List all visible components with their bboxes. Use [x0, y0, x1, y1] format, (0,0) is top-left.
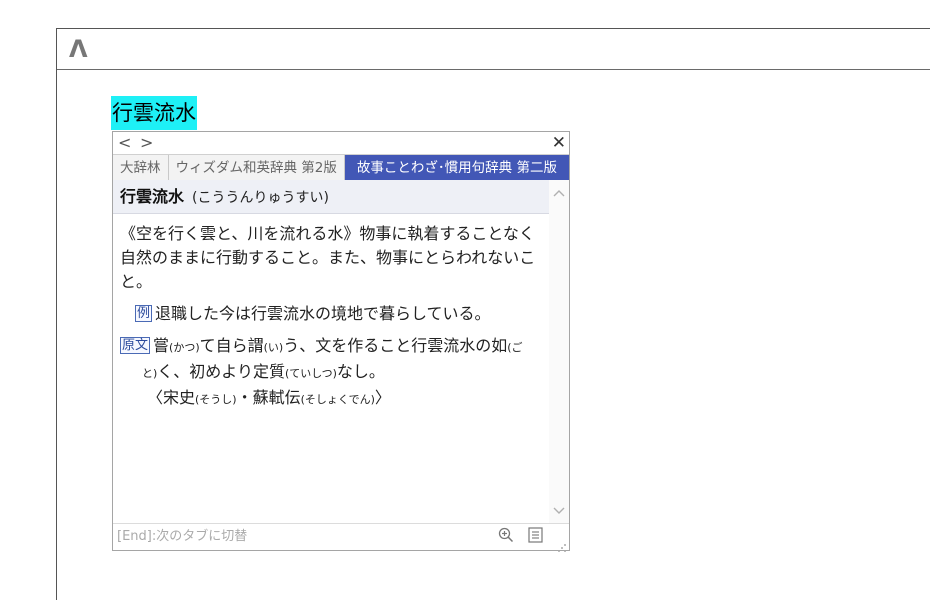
tab-wisdom-japanese-english[interactable]: ウィズダム和英辞典 第2版 — [168, 155, 345, 181]
dictionary-tabs: 大辞林 ウィズダム和英辞典 第2版 故事ことわざ･慣用句辞典 第二版 — [113, 154, 569, 181]
close-icon[interactable]: ✕ — [552, 132, 566, 154]
forward-arrow-icon[interactable]: > — [140, 132, 153, 154]
scroll-up-icon[interactable] — [549, 184, 569, 202]
entry-content: 行雲流水 (こううんりゅうすい) 《空を行く雲と、川を流れる水》物事に執着すること… — [113, 180, 549, 524]
ruby-text: (そしょくでん) — [300, 393, 375, 406]
source-badge: 原文 — [120, 337, 151, 354]
example-text: 退職した今は行雲流水の境地で暮らしている。 — [155, 304, 491, 323]
example-badge: 例 — [135, 305, 153, 322]
source-fragment: 嘗 — [153, 336, 170, 355]
source-fragment: 〉 — [374, 388, 391, 407]
headword-bar: 行雲流水 (こううんりゅうすい) — [113, 180, 549, 214]
dictionary-popup: < > ✕ 大辞林 ウィズダム和英辞典 第2版 故事ことわざ･慣用句辞典 第二版… — [112, 131, 570, 552]
source-line-2: と)く、初めより定質(ていしつ)なし。 — [120, 360, 549, 386]
resize-grip-icon[interactable] — [557, 538, 567, 552]
headword: 行雲流水 — [120, 187, 185, 206]
source-fragment: なし。 — [336, 362, 385, 381]
tab-daijirin[interactable]: 大辞林 — [113, 155, 169, 181]
ruby-text: (かつ) — [169, 341, 200, 354]
popup-nav-bar: < > ✕ — [113, 132, 569, 154]
ruby-text: (そうし) — [195, 393, 237, 406]
ruby-text: と) — [142, 367, 158, 380]
selected-text[interactable]: 行雲流水 — [111, 96, 197, 130]
source-fragment: く、初めより定質 — [157, 362, 285, 381]
ruby-text: (ご — [507, 341, 523, 354]
headword-reading: (こううんりゅうすい) — [192, 190, 329, 206]
status-bar: [End]:次のタブに切替 — [113, 523, 569, 552]
source-fragment: ・蘇軾伝 — [236, 388, 301, 407]
source-fragment: う、文を作ること行雲流水の如 — [283, 336, 508, 355]
example-line: 例退職した今は行雲流水の境地で暮らしている。 — [113, 302, 549, 326]
list-icon[interactable] — [526, 527, 544, 547]
definition-text: 《空を行く雲と、川を流れる水》物事に執着することなく自然のままに行動すること。ま… — [120, 224, 536, 291]
editor-toolbar: Λ — [57, 29, 930, 70]
source-fragment: 〈宋史 — [147, 388, 196, 407]
app-logo-icon: Λ — [69, 35, 88, 63]
ruby-text: (い) — [263, 341, 284, 354]
ruby-text: (ていしつ) — [284, 367, 337, 380]
vertical-scrollbar[interactable] — [549, 180, 569, 524]
status-hint: [End]:次のタブに切替 — [117, 529, 248, 544]
source-citation: 〈宋史(そうし)・蘇軾伝(そしょくでん)〉 — [120, 386, 549, 412]
back-arrow-icon[interactable]: < — [118, 132, 131, 154]
scroll-down-icon[interactable] — [549, 502, 569, 520]
tab-proverbs-idioms[interactable]: 故事ことわざ･慣用句辞典 第二版 — [344, 155, 569, 181]
source-text: 原文 嘗(かつ)て自ら謂(い)う、文を作ること行雲流水の如(ご と)く、初めより定… — [113, 334, 549, 412]
source-fragment: て自ら謂 — [199, 336, 264, 355]
zoom-in-icon[interactable] — [497, 527, 515, 547]
